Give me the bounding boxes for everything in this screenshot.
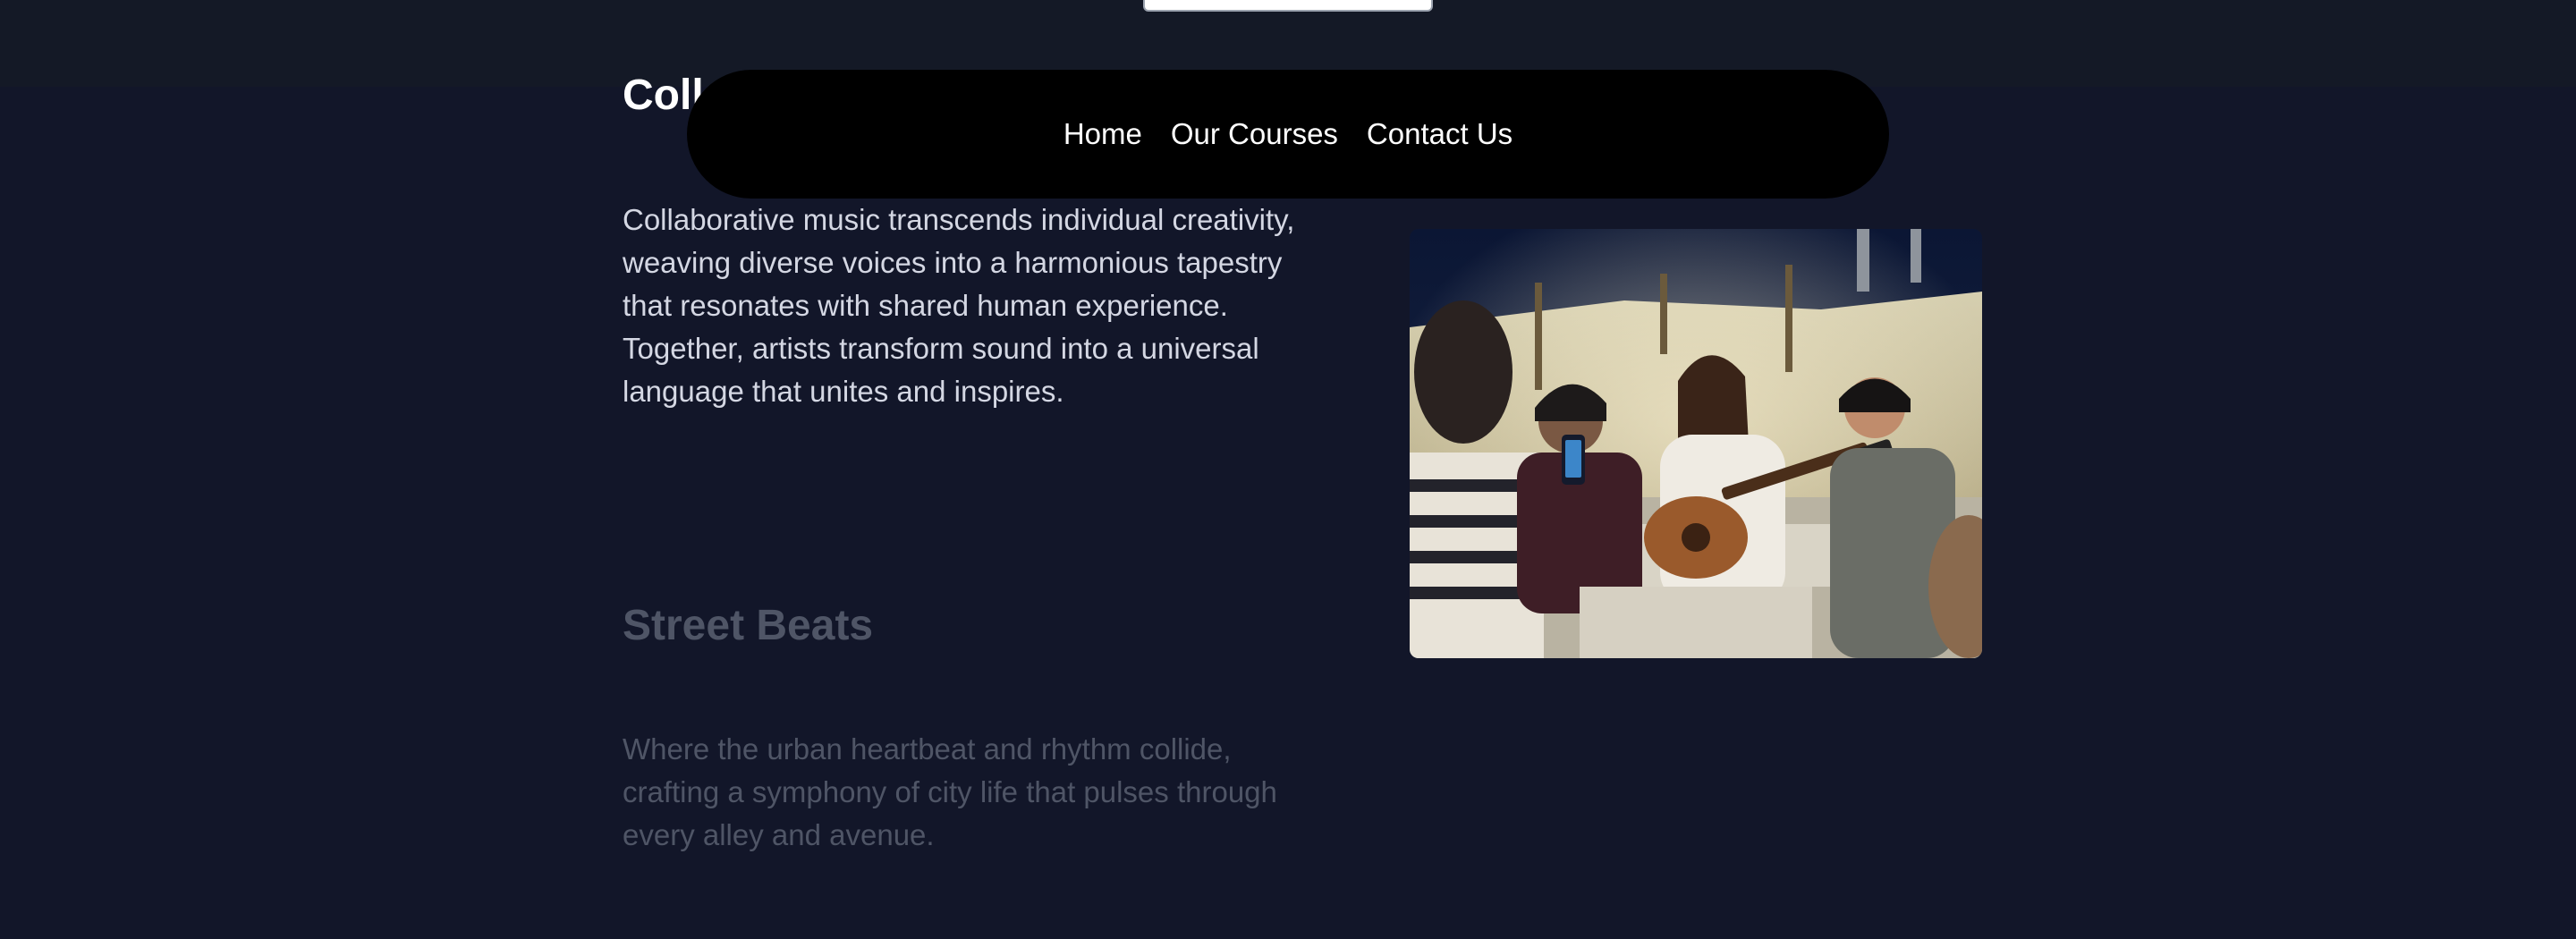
- page: Collaborative Home Our Courses Contact U…: [0, 0, 2576, 939]
- main-navigation: Home Our Courses Contact Us: [687, 70, 1889, 199]
- nav-link-contact-us[interactable]: Contact Us: [1367, 117, 1513, 151]
- nav-link-home[interactable]: Home: [1063, 117, 1142, 151]
- section-title-street-beats: Street Beats: [623, 602, 874, 649]
- musicians-photo: [1410, 229, 1982, 658]
- nav-link-our-courses[interactable]: Our Courses: [1171, 117, 1338, 151]
- section-text-collaborative: Collaborative music transcends individua…: [623, 203, 1295, 408]
- section-text-street-beats: Where the urban heartbeat and rhythm col…: [623, 732, 1277, 851]
- top-tab-element[interactable]: [1145, 0, 1431, 10]
